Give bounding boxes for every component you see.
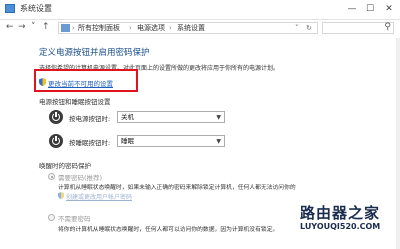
sleep-button-label: 按睡眠按钮时:: [69, 139, 111, 147]
control-panel-icon: [5, 4, 15, 13]
power-button-value: 关机: [121, 113, 134, 121]
recent-locations-icon[interactable]: ˅: [31, 22, 36, 32]
watermark-logo: 路由器之家 LUYOUQI520.COM: [300, 202, 380, 231]
require-password-label[interactable]: 需要密码(推荐): [58, 172, 102, 182]
chevron-down-icon: ▼: [216, 114, 221, 121]
address-bar: ← → ˅ ↑ › 所有控制面板 › 电源选项 › 系统设置 ˅ ↻ ⚲: [0, 20, 400, 37]
address-dropdown-icon[interactable]: ˅: [295, 23, 299, 34]
refresh-icon[interactable]: ↻: [306, 23, 312, 34]
require-password-description: 计算机从睡眠状态唤醒时，如果未输入正确的密码来解除锁定计算机，任何人都无法访问你…: [58, 185, 296, 191]
folder-icon: [61, 24, 70, 32]
sleep-button-value: 睡眠: [121, 137, 134, 145]
watermark-url: LUYOUQI520.COM: [300, 222, 381, 231]
chevron-down-icon: ▼: [216, 138, 221, 145]
no-password-radio[interactable]: [48, 214, 55, 221]
power-button-label: 按电源按钮时:: [69, 115, 111, 123]
wake-password-section-title: 唤醒时的密码保护: [39, 162, 91, 170]
sleep-button-select[interactable]: 睡眠 ▼: [117, 135, 225, 147]
buttons-section-title: 电源按钮和睡眠按钮设置: [39, 98, 111, 106]
vertical-scrollbar[interactable]: [396, 38, 400, 249]
maximize-button[interactable]: ☐: [362, 0, 378, 18]
search-input[interactable]: ⚲: [322, 22, 394, 34]
require-password-radio[interactable]: [48, 173, 55, 180]
no-password-description: 将你的计算机从睡眠状态唤醒时，任何人都可以访问你的数据，因为计算机没有锁定。: [58, 227, 279, 233]
breadcrumb-system-settings[interactable]: 系统设置: [177, 23, 205, 34]
breadcrumb-all-control-panel[interactable]: 所有控制面板: [78, 23, 120, 34]
minimize-button[interactable]: —: [344, 0, 360, 18]
breadcrumb[interactable]: › 所有控制面板 › 电源选项 › 系统设置 ˅ ↻: [58, 22, 318, 34]
power-button-icon: [49, 110, 63, 124]
breadcrumb-power-options[interactable]: 电源选项: [137, 23, 165, 34]
back-icon[interactable]: ←: [6, 22, 14, 32]
page-title: 定义电源按钮并启用密码保护: [39, 48, 150, 58]
uac-shield-icon: [58, 192, 64, 199]
sleep-button-icon: [49, 134, 63, 148]
up-icon[interactable]: ↑: [42, 22, 50, 32]
create-password-link[interactable]: 创建或更改用户帐户密码: [66, 192, 132, 201]
breadcrumb-separator: ›: [72, 24, 75, 32]
breadcrumb-separator: ›: [169, 24, 172, 32]
search-icon[interactable]: ⚲: [384, 22, 391, 32]
power-button-select[interactable]: 关机 ▼: [117, 111, 225, 123]
window-title: 系统设置: [20, 4, 52, 13]
close-button[interactable]: ✕: [381, 0, 397, 18]
highlight-annotation: [34, 69, 138, 92]
forward-icon[interactable]: →: [18, 22, 26, 32]
no-password-label[interactable]: 不需要密码: [58, 213, 91, 223]
watermark-text: 路由器之家: [300, 204, 381, 222]
title-bar: 系统设置 — ☐ ✕: [0, 0, 400, 20]
breadcrumb-separator: ›: [129, 24, 132, 32]
